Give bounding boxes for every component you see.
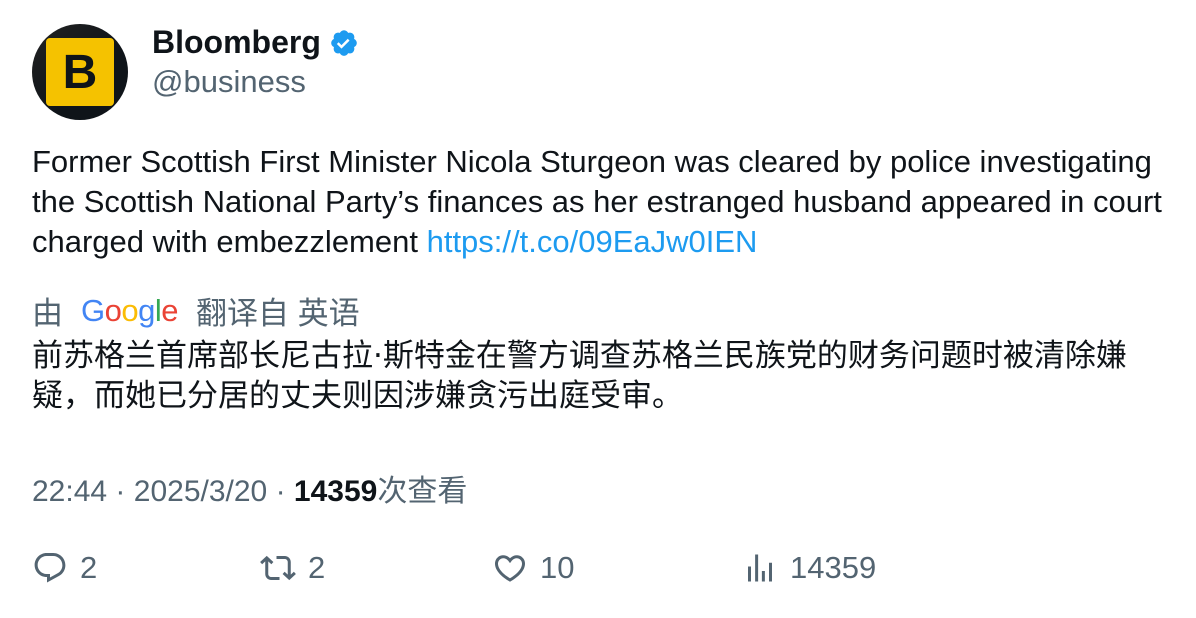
action-bar: 2 2 10 14359 [0,550,1196,598]
views-label: 次查看 [377,475,468,508]
google-logo: Google [81,292,179,328]
views-button[interactable]: 14359 [742,550,876,586]
tweet-time[interactable]: 22:44 [32,475,107,508]
views-action-count: 14359 [790,550,877,585]
tweet-link[interactable]: https://t.co/09EaJw0IEN [427,224,758,259]
like-button[interactable]: 10 [492,550,574,586]
tweet-date[interactable]: 2025/3/20 [134,475,267,508]
heart-icon [494,555,526,582]
tweet-meta: 22:44 · 2025/3/20 · 14359次查看 [32,466,467,510]
translated-text: 前苏格兰首席部长尼古拉·斯特金在警方调查苏格兰民族党的财务问题时被清除嫌疑，而她… [32,338,1127,414]
meta-separator: · [275,475,286,508]
tweet-text: Former Scottish First Minister Nicola St… [32,142,1162,262]
verified-badge-icon [331,29,357,56]
analytics-icon [748,554,772,582]
bloomberg-logo: B [46,38,114,106]
author-name-row: Bloomberg [152,24,359,61]
retweet-count: 2 [308,550,326,585]
translation-attribution: 由 Google 翻译自 英语 [32,288,360,333]
meta-separator: · [115,475,126,508]
avatar-letter: B [62,45,98,99]
reply-button[interactable]: 2 [32,550,97,586]
display-name[interactable]: Bloomberg [152,24,321,61]
translation-suffix[interactable]: 翻译自 英语 [196,288,360,333]
handle[interactable]: @business [152,64,306,100]
retweet-button[interactable]: 2 [260,550,325,586]
reply-icon [34,553,66,583]
retweet-icon [260,555,296,581]
translation-prefix: 由 [32,296,63,331]
like-count: 10 [540,550,575,585]
avatar[interactable]: B [32,24,128,120]
views-count: 14359 [293,475,378,508]
reply-count: 2 [80,550,98,585]
